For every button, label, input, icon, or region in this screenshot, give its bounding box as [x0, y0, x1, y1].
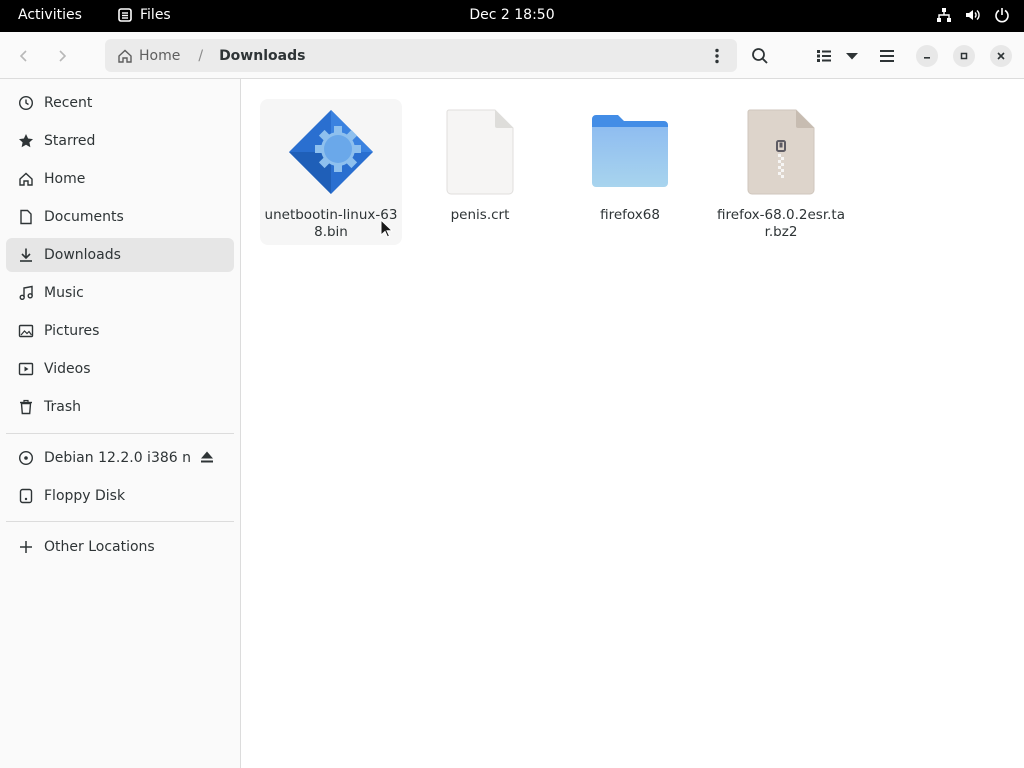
maximize-button[interactable]: [953, 45, 975, 67]
list-view-icon: [817, 50, 831, 62]
file-name: penis.crt: [450, 207, 510, 223]
folder-icon: [592, 115, 668, 187]
top-bar: Activities Files Dec 2 18:50: [0, 0, 1024, 32]
chevron-left-icon: [19, 50, 27, 62]
home-icon: [118, 49, 132, 63]
sidebar-item-label: Videos: [44, 361, 91, 377]
breadcrumb-current[interactable]: Downloads: [219, 48, 305, 64]
view-mode-button[interactable]: [812, 42, 836, 70]
disc-icon: [18, 450, 34, 466]
file-name: firefox-68.0.2esr.tar.bz2: [717, 207, 845, 240]
clock[interactable]: Dec 2 18:50: [469, 7, 554, 23]
header-bar: Home / Downloads: [0, 32, 1024, 79]
minimize-button[interactable]: [916, 45, 938, 67]
eject-icon: [201, 451, 213, 463]
executable-icon: [289, 110, 373, 194]
hamburger-icon: [880, 50, 894, 62]
sidebar-item-label: Downloads: [44, 247, 121, 263]
plus-icon: [20, 541, 32, 553]
network-icon[interactable]: [936, 7, 952, 23]
sidebar-item-recent[interactable]: Recent: [6, 86, 234, 120]
forward-button[interactable]: [48, 42, 76, 70]
system-tray[interactable]: [936, 7, 1010, 23]
drive-icon: [19, 488, 33, 504]
breadcrumb-separator: /: [198, 47, 204, 64]
sidebar-item-label: Home: [44, 171, 86, 187]
maximize-icon: [960, 52, 968, 60]
archive-icon: [747, 109, 815, 195]
trash-icon: [20, 399, 32, 415]
file-view[interactable]: unetbootin-linux-638.bin penis.crt firef…: [241, 79, 1024, 768]
back-button[interactable]: [10, 42, 38, 70]
download-icon: [20, 248, 32, 262]
files-app-icon: [118, 8, 132, 22]
sidebar-item-music[interactable]: Music: [6, 276, 234, 310]
sidebar-item-label: Documents: [44, 209, 124, 225]
close-icon: [997, 52, 1005, 60]
star-icon: [19, 134, 33, 148]
sidebar-item-debian-disc[interactable]: Debian 12.2.0 i386 n: [6, 441, 234, 475]
sidebar-item-label: Pictures: [44, 323, 100, 339]
activities-button[interactable]: Activities: [18, 7, 82, 23]
sidebar-item-videos[interactable]: Videos: [6, 352, 234, 386]
blank-file-icon: [446, 109, 514, 195]
file-item-firefox-archive[interactable]: firefox-68.0.2esr.tar.bz2: [710, 99, 852, 245]
sidebar-item-pictures[interactable]: Pictures: [6, 314, 234, 348]
sidebar-item-label: Music: [44, 285, 84, 301]
sidebar-item-label: Trash: [44, 399, 81, 415]
triangle-down-icon: [846, 53, 858, 60]
sidebar-item-label: Starred: [44, 133, 96, 149]
sidebar-item-trash[interactable]: Trash: [6, 390, 234, 424]
document-icon: [20, 209, 32, 225]
app-name: Files: [140, 7, 171, 23]
power-icon[interactable]: [994, 7, 1010, 23]
app-menu[interactable]: Files: [118, 7, 171, 23]
sidebar-item-home[interactable]: Home: [6, 162, 234, 196]
eject-button[interactable]: [200, 450, 214, 468]
vertical-dots-icon: [715, 48, 719, 64]
sidebar-item-floppy[interactable]: Floppy Disk: [6, 479, 234, 513]
sidebar-item-other-locations[interactable]: Other Locations: [6, 530, 234, 564]
music-icon: [19, 285, 33, 301]
breadcrumb-home-label: Home: [139, 47, 181, 64]
sidebar-item-label: Debian 12.2.0 i386 n: [44, 450, 191, 466]
video-icon: [18, 362, 34, 376]
sidebar-separator: [6, 521, 234, 522]
search-button[interactable]: [748, 42, 772, 70]
clock-icon: [18, 95, 34, 111]
minimize-icon: [924, 57, 930, 59]
search-icon: [752, 48, 768, 64]
volume-icon[interactable]: [964, 7, 982, 23]
close-button[interactable]: [990, 45, 1012, 67]
chevron-right-icon: [59, 50, 67, 62]
path-bar[interactable]: Home / Downloads: [105, 39, 737, 72]
sidebar-item-documents[interactable]: Documents: [6, 200, 234, 234]
sidebar-item-downloads[interactable]: Downloads: [6, 238, 234, 272]
file-name: unetbootin-linux-638.bin: [264, 207, 398, 240]
path-menu-button[interactable]: [707, 46, 727, 66]
sidebar: Recent Starred Home Documents Downloads …: [0, 79, 241, 768]
file-item-penis-crt[interactable]: penis.crt: [409, 99, 551, 245]
main-menu-button[interactable]: [876, 42, 898, 70]
mouse-cursor-icon: [380, 219, 394, 238]
file-name: firefox68: [600, 207, 660, 223]
file-item-firefox68-folder[interactable]: firefox68: [559, 99, 701, 245]
picture-icon: [18, 324, 34, 338]
sidebar-item-label: Recent: [44, 95, 93, 111]
sidebar-item-starred[interactable]: Starred: [6, 124, 234, 158]
sidebar-item-label: Other Locations: [44, 539, 155, 555]
breadcrumb-home[interactable]: Home: [117, 48, 180, 64]
sidebar-item-label: Floppy Disk: [44, 488, 126, 504]
view-options-button[interactable]: [842, 42, 862, 70]
home-icon: [19, 172, 33, 186]
sidebar-separator: [6, 433, 234, 434]
